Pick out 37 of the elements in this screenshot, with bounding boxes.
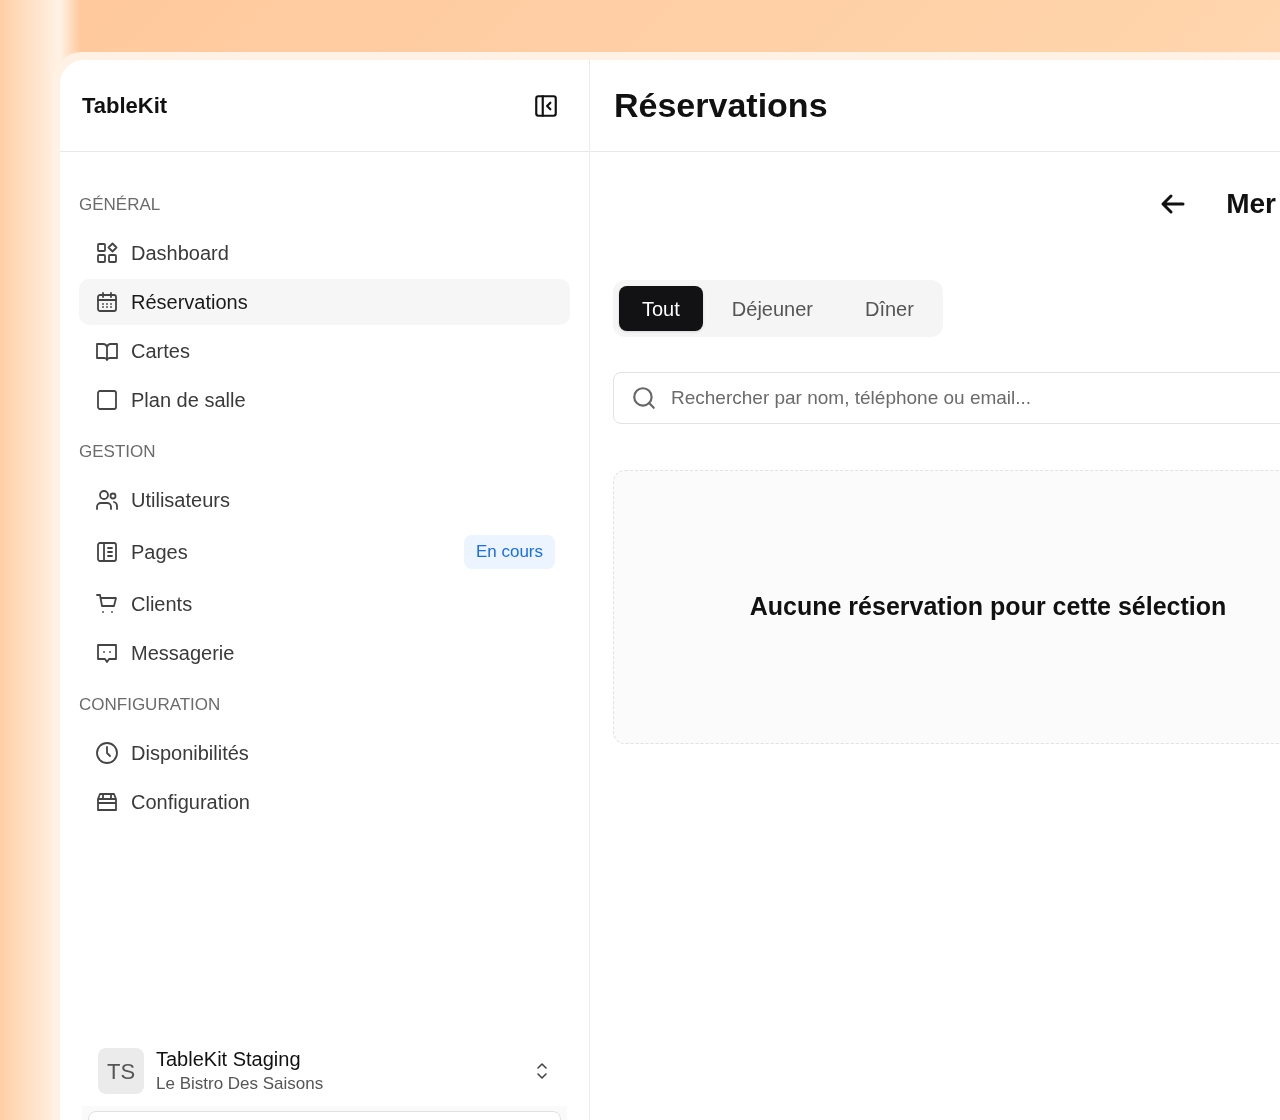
panel-list-icon: [95, 540, 119, 564]
sidebar-item[interactable]: Réservations: [79, 279, 570, 325]
clock-icon: [95, 741, 119, 765]
grid-icon: [95, 241, 119, 265]
brand-name: TableKit: [82, 92, 168, 120]
section-heading: GESTION: [79, 441, 157, 463]
account-name: TableKit Staging: [156, 1047, 302, 1072]
sidebar-item[interactable]: Plan de salle: [79, 377, 570, 423]
filter-tab[interactable]: Dîner: [842, 286, 937, 331]
sidebar-item[interactable]: Clients: [79, 581, 570, 627]
section-heading: GÉNÉRAL: [79, 194, 162, 216]
filter-tab[interactable]: Déjeuner: [708, 286, 836, 331]
sidebar-item[interactable]: Pages En cours: [79, 526, 570, 578]
message-icon: [95, 641, 119, 665]
calendar-icon: [95, 290, 119, 314]
sidebar-item[interactable]: Configuration: [79, 779, 570, 825]
users-icon: [95, 488, 119, 512]
back-arrow-icon[interactable]: [1160, 193, 1187, 215]
cart-icon: [95, 592, 119, 616]
page-title: Réservations: [614, 85, 828, 126]
section-heading: CONFIGURATION: [79, 694, 222, 716]
filter-tab[interactable]: Tout: [619, 286, 703, 331]
search-icon: [631, 385, 657, 411]
status-badge: En cours: [463, 535, 555, 569]
sidebar-item[interactable]: Utilisateurs: [79, 477, 570, 523]
account-subtitle: Le Bistro Des Saisons: [156, 1073, 325, 1095]
square-icon: [95, 388, 119, 412]
account-avatar: TS: [98, 1048, 144, 1094]
sidebar-collapse-icon[interactable]: [533, 92, 559, 119]
store-icon: [95, 790, 119, 814]
sidebar-item[interactable]: Dashboard: [79, 230, 570, 276]
sidebar-item[interactable]: Disponibilités: [79, 730, 570, 776]
sidebar-item[interactable]: Cartes: [79, 328, 570, 374]
empty-state-message: Aucune réservation pour cette sélection: [749, 591, 1227, 623]
sidebar-item[interactable]: Messagerie: [79, 630, 570, 676]
month-label: Mer: [1226, 187, 1276, 221]
search-field[interactable]: Rechercher par nom, téléphone ou email...: [613, 372, 1280, 424]
